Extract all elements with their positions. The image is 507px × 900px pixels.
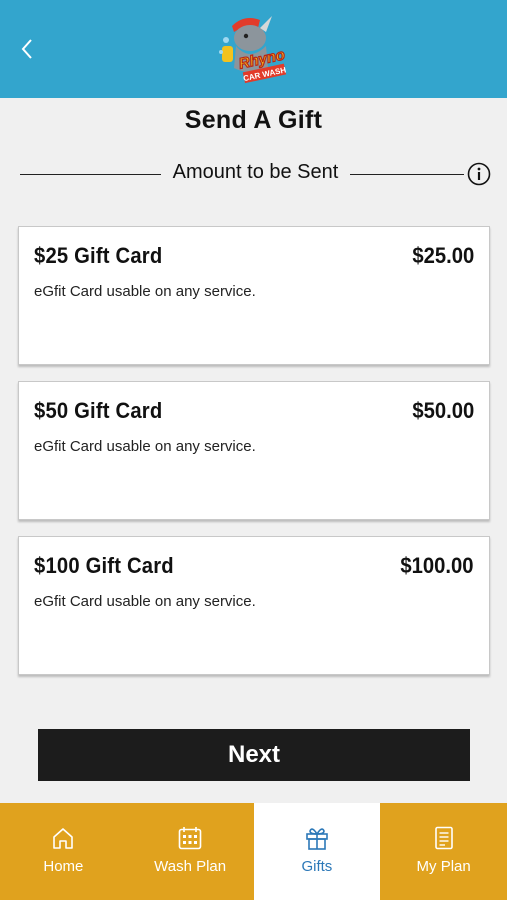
rhyno-logo: Rhyno CAR WASH <box>216 12 292 86</box>
back-button[interactable] <box>14 36 40 62</box>
tab-label: My Plan <box>416 858 471 875</box>
tab-label: Home <box>43 858 84 875</box>
app-header: Rhyno CAR WASH <box>0 0 507 98</box>
card-description: eGfit Card usable on any service. <box>34 438 256 455</box>
tab-my-plan[interactable]: My Plan <box>380 803 507 900</box>
home-icon <box>53 828 74 849</box>
tab-wash-plan[interactable]: Wash Plan <box>127 803 254 900</box>
tab-label: Wash Plan <box>154 858 227 875</box>
divider-right <box>350 174 464 175</box>
gift-card-option[interactable]: $25 Gift Card $25.00 eGfit Card usable o… <box>18 226 490 365</box>
page-title: Send A Gift <box>184 106 323 134</box>
card-price: $100.00 <box>400 553 474 578</box>
card-description: eGfit Card usable on any service. <box>34 593 256 610</box>
tab-home[interactable]: Home <box>0 803 127 900</box>
card-name: $50 Gift Card <box>34 398 163 423</box>
calendar-icon <box>178 827 202 850</box>
section-header: Amount to be Sent <box>20 160 492 188</box>
divider-left <box>20 174 161 175</box>
gift-icon <box>306 828 328 850</box>
card-price: $50.00 <box>412 398 474 423</box>
card-price: $25.00 <box>412 243 474 268</box>
info-button[interactable] <box>467 162 491 186</box>
chevron-left-icon <box>21 39 32 59</box>
bottom-tab-bar: Home Wash Plan Gifts My Plan <box>0 803 507 900</box>
gift-card-option[interactable]: $100 Gift Card $100.00 eGfit Card usable… <box>18 536 490 675</box>
info-icon <box>467 162 491 186</box>
section-label: Amount to be Sent <box>172 161 339 183</box>
tab-label: Gifts <box>301 858 333 875</box>
card-name: $100 Gift Card <box>34 553 174 578</box>
card-name: $25 Gift Card <box>34 243 163 268</box>
gift-card-option[interactable]: $50 Gift Card $50.00 eGfit Card usable o… <box>18 381 490 520</box>
next-button[interactable]: Next <box>38 729 470 781</box>
card-description: eGfit Card usable on any service. <box>34 283 256 300</box>
tab-gifts[interactable]: Gifts <box>253 803 381 900</box>
document-icon <box>434 826 453 850</box>
